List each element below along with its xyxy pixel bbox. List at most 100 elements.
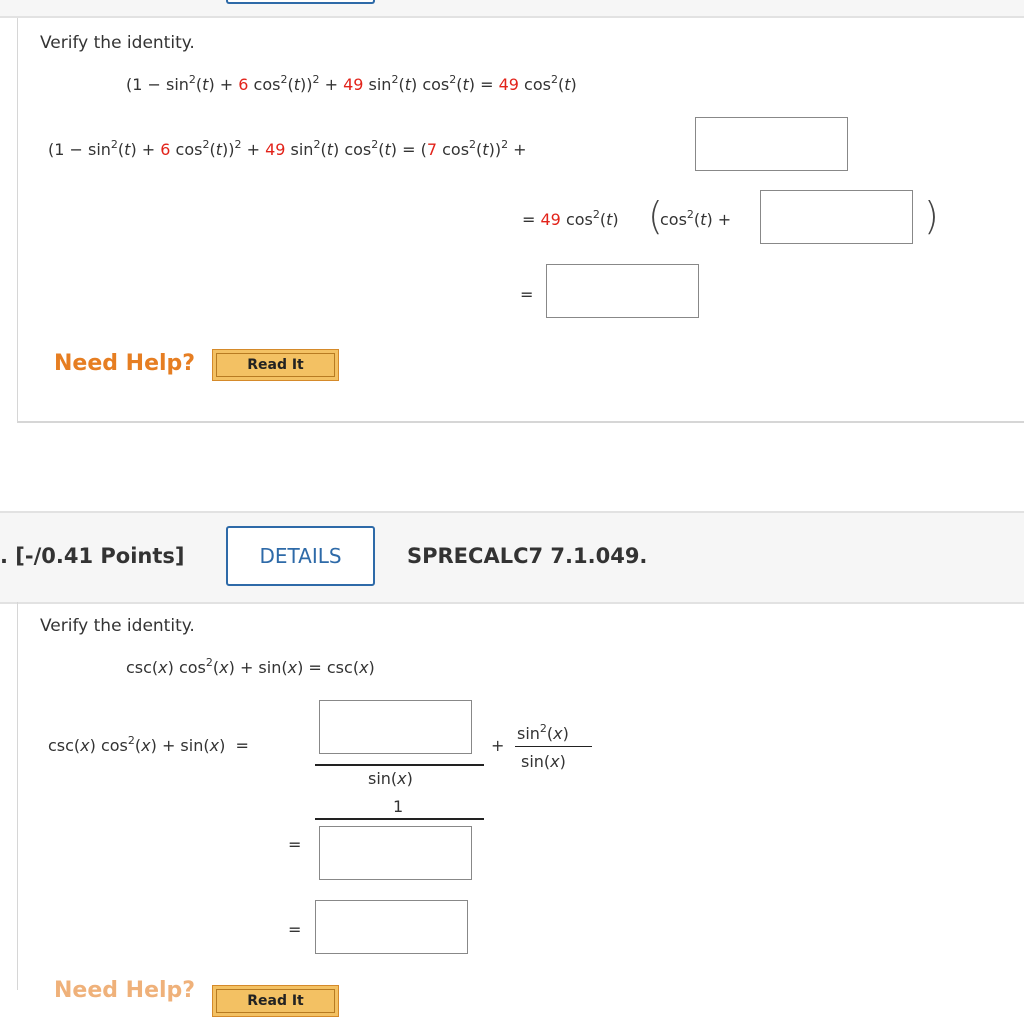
math-term: = [288, 920, 302, 939]
problem-code: SPRECALC7 7.1.049. [407, 544, 648, 568]
points-label: . [-/0.41 Points] [0, 544, 185, 568]
math-term: )) [222, 140, 235, 159]
math-term: ) + [130, 140, 161, 159]
step2-inner: cos2(t) + [660, 209, 732, 230]
math-term: x [158, 658, 168, 677]
math-term: + [508, 140, 527, 159]
math-term: cos [560, 210, 593, 229]
one-numerator: 1 [393, 797, 403, 817]
math-term: x [209, 736, 220, 755]
math-term: x [219, 658, 229, 677]
math-term: cos [437, 140, 470, 159]
details-button[interactable]: DETAILS [226, 526, 375, 586]
math-term: ) cos [167, 658, 206, 677]
math-exponent: 2 [234, 138, 242, 151]
math-term: x [141, 736, 151, 755]
answer-input-2[interactable] [319, 826, 472, 880]
math-term: 49 [540, 210, 561, 229]
math-term: ) + [208, 75, 239, 94]
sin-denominator: sin(x) [521, 752, 566, 772]
answer-input-1[interactable] [695, 117, 848, 171]
math-term: ) = [390, 140, 421, 159]
math-term: x [359, 658, 369, 677]
math-term: ) [368, 658, 375, 677]
math-term: = [522, 210, 541, 229]
plus-sign: + [491, 736, 504, 756]
equals-sign: = [288, 835, 301, 855]
need-help-label: Need Help? [54, 351, 196, 376]
math-exponent: 2 [469, 138, 477, 151]
math-term: (1 − sin [48, 140, 111, 159]
question-prompt: Verify the identity. [40, 33, 195, 53]
math-term: ) cos [410, 75, 450, 94]
math-term: ) [612, 210, 619, 229]
previous-question-header [0, 0, 1024, 18]
math-term: ) = [219, 736, 249, 755]
math-term: ) + sin( [150, 736, 210, 755]
math-term: 49 [498, 75, 519, 94]
math-term: (1 − sin [126, 75, 189, 94]
answer-input-3[interactable] [546, 264, 699, 318]
math-exponent: 2 [501, 138, 509, 151]
fraction-bar [315, 764, 484, 766]
math-term: x [553, 724, 563, 743]
math-term: ) [559, 752, 566, 771]
math-exponent: 2 [312, 73, 320, 86]
math-term: ) cos [89, 736, 128, 755]
math-term: csc( [126, 658, 159, 677]
math-term: ) cos [332, 140, 372, 159]
math-term: = [520, 285, 534, 304]
previous-details-button[interactable] [226, 0, 375, 4]
math-term: ) [406, 769, 413, 788]
read-it-button[interactable]: Read It [212, 349, 339, 381]
math-term: )) [488, 140, 502, 159]
card-border [17, 18, 18, 423]
math-term: x [80, 736, 90, 755]
math-term: 49 [265, 140, 286, 159]
math-term: cos [248, 75, 281, 94]
answer-input-2[interactable] [760, 190, 913, 244]
math-term: csc( [48, 736, 81, 755]
math-term: sin [285, 140, 314, 159]
question-prompt: Verify the identity. [40, 616, 195, 636]
math-term: cos [660, 210, 687, 229]
step1-expression: (1 − sin2(t) + 6 cos2(t))2 + 49 sin2(t) … [48, 138, 527, 160]
math-term: + [241, 140, 266, 159]
math-term: 7 [426, 140, 438, 159]
math-term: + [319, 75, 344, 94]
math-term: ) = [468, 75, 499, 94]
math-term: 6 [160, 140, 171, 159]
math-exponent: 2 [110, 138, 118, 151]
math-term: )) [300, 75, 313, 94]
math-term: ) [570, 75, 577, 94]
math-term: 1 [393, 797, 404, 816]
card-border [17, 602, 18, 990]
fraction-bar [315, 818, 484, 820]
identity-equation: csc(x) cos2(x) + sin(x) = csc(x) [126, 656, 375, 678]
math-term: ) + [706, 210, 732, 229]
math-term: cos [518, 75, 551, 94]
fraction-bar [515, 746, 592, 747]
sin2-numerator: sin2(x) [517, 723, 569, 744]
math-term: ) [562, 724, 569, 743]
math-term: + [491, 736, 505, 755]
math-term: sin [363, 75, 392, 94]
math-exponent: 2 [205, 656, 213, 669]
math-exponent: 2 [592, 208, 600, 221]
math-exponent: 2 [127, 734, 135, 747]
numerator-input[interactable] [319, 700, 472, 754]
math-term: ) = csc( [297, 658, 360, 677]
math-term: cos [170, 140, 203, 159]
math-term: sin( [521, 752, 551, 771]
math-term: 49 [343, 75, 364, 94]
need-help-label: Need Help? [54, 978, 196, 1003]
math-term: sin( [368, 769, 398, 788]
math-term: ) + sin( [228, 658, 288, 677]
math-term: x [287, 658, 298, 677]
math-term: sin [517, 724, 540, 743]
step2-expression: = 49 cos2(t) [522, 208, 619, 230]
equals-sign: = [520, 285, 533, 305]
math-term: x [397, 769, 407, 788]
answer-input-3[interactable] [315, 900, 468, 954]
math-term: 6 [238, 75, 249, 94]
